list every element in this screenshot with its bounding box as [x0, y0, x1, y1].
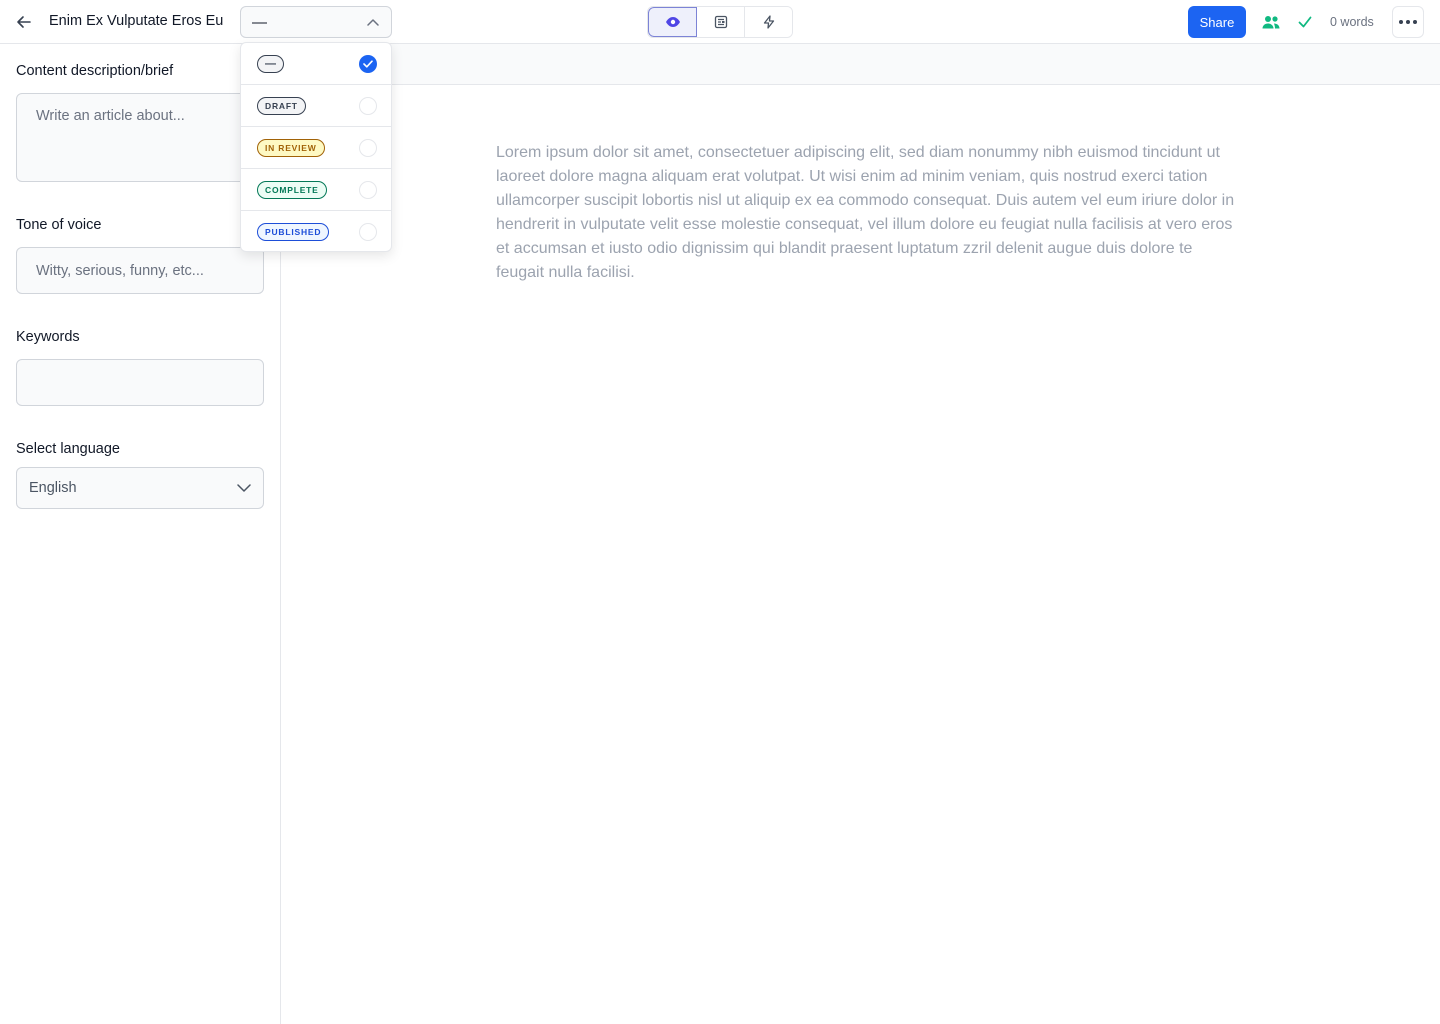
preview-mode-button[interactable]	[648, 7, 697, 37]
keywords-input[interactable]	[16, 359, 264, 406]
status-dropdown: — DRAFT IN REVIEW COMPLETE PUBLISHED	[240, 42, 392, 252]
document-title[interactable]: Enim Ex Vulputate Eros Eu	[49, 13, 223, 29]
word-count: 0 words	[1330, 15, 1374, 29]
chevron-down-icon	[237, 484, 251, 492]
ellipsis-icon	[1399, 20, 1417, 24]
saved-status	[1296, 13, 1314, 31]
collaborators-button[interactable]	[1260, 11, 1282, 33]
radio-empty-icon[interactable]	[359, 138, 377, 157]
status-option-none[interactable]: —	[241, 43, 391, 85]
status-option-draft[interactable]: DRAFT	[241, 85, 391, 127]
top-bar: Enim Ex Vulputate Eros Eu — Share 0 word…	[0, 0, 1440, 44]
tone-input[interactable]	[16, 247, 264, 294]
status-badge: IN REVIEW	[257, 138, 325, 157]
language-select-value: English	[29, 480, 77, 496]
status-select-value: —	[252, 13, 267, 31]
radio-empty-icon[interactable]	[359, 223, 377, 241]
brief-label: Content description/brief	[16, 63, 174, 79]
more-options-button[interactable]	[1392, 6, 1424, 38]
check-icon	[1298, 16, 1312, 28]
language-label: Select language	[16, 441, 120, 457]
brief-textarea[interactable]	[16, 93, 264, 182]
status-badge: PUBLISHED	[257, 223, 330, 241]
document-icon	[714, 15, 727, 29]
editor-content[interactable]: Lorem ipsum dolor sit amet, consectetuer…	[496, 141, 1236, 285]
outline-mode-button[interactable]	[697, 7, 745, 37]
status-option-in-review[interactable]: IN REVIEW	[241, 127, 391, 169]
status-option-complete[interactable]: COMPLETE	[241, 169, 391, 211]
arrow-left-icon	[17, 16, 31, 28]
ai-mode-button[interactable]	[745, 7, 792, 37]
eye-icon	[665, 17, 680, 27]
users-icon	[1262, 16, 1280, 29]
back-button[interactable]	[12, 10, 36, 34]
brief-sidebar: Content description/brief Tone of voice …	[0, 44, 281, 1024]
status-badge: COMPLETE	[257, 180, 327, 199]
share-button[interactable]: Share	[1188, 6, 1246, 38]
editor-area: Lorem ipsum dolor sit amet, consectetuer…	[281, 44, 1440, 1024]
status-select[interactable]: —	[240, 6, 392, 38]
chevron-up-icon	[366, 15, 380, 29]
radio-empty-icon[interactable]	[359, 96, 377, 115]
status-badge: DRAFT	[257, 96, 306, 115]
lightning-icon	[763, 15, 774, 29]
language-select[interactable]: English	[16, 467, 264, 509]
status-option-published[interactable]: PUBLISHED	[241, 211, 391, 251]
status-badge: —	[257, 54, 284, 73]
radio-empty-icon[interactable]	[359, 180, 377, 199]
keywords-label: Keywords	[16, 329, 80, 345]
view-mode-toggle	[647, 6, 793, 38]
radio-checked-icon[interactable]	[359, 54, 377, 73]
editor-toolbar-strip	[281, 44, 1440, 85]
tone-label: Tone of voice	[16, 217, 102, 233]
